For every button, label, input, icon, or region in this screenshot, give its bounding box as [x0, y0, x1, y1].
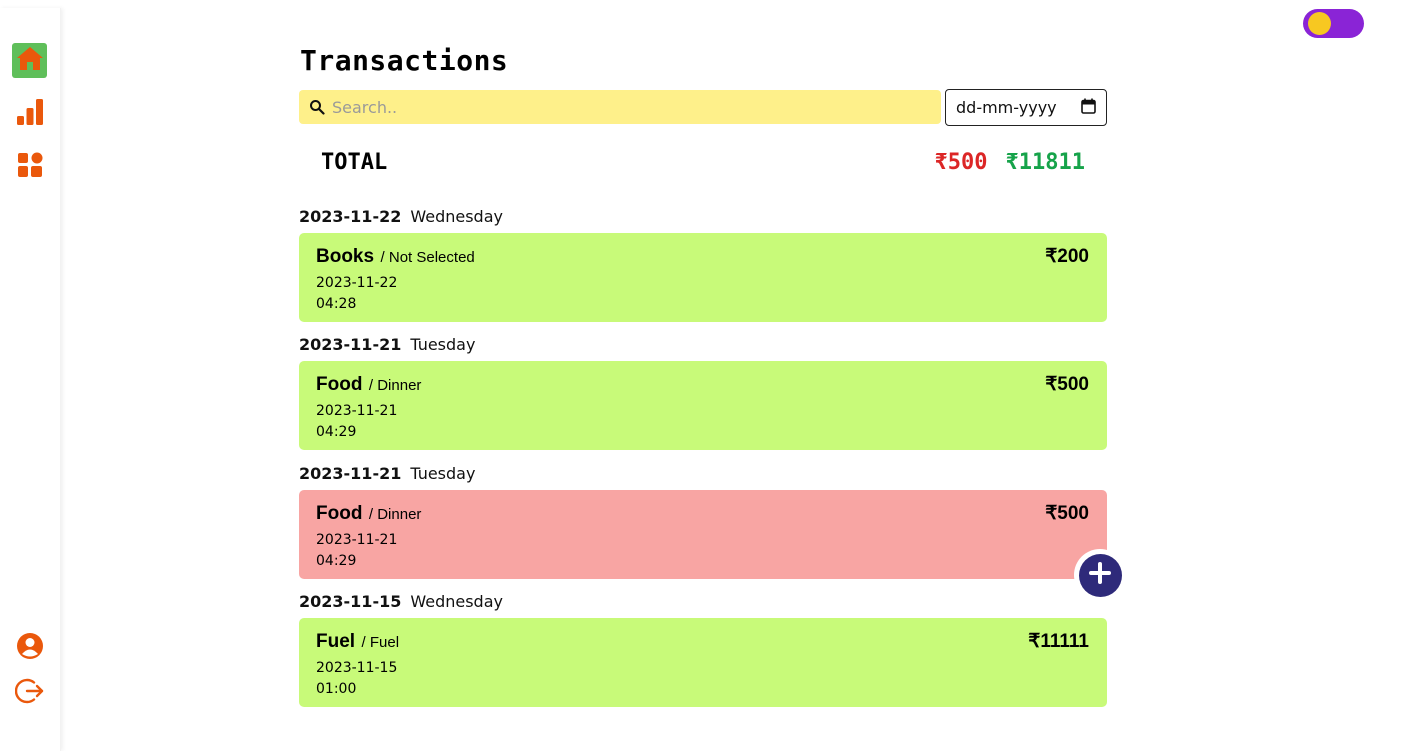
- theme-toggle[interactable]: [1303, 9, 1364, 38]
- transaction-date: 2023-11-22: [316, 275, 398, 291]
- calendar-icon[interactable]: [1081, 98, 1096, 118]
- transaction-time: 04:29: [316, 424, 357, 440]
- home-icon: [16, 45, 44, 76]
- date-group-header: 2023-11-15 Wednesday: [299, 592, 503, 611]
- group-date: 2023-11-21: [299, 464, 402, 483]
- group-date: 2023-11-22: [299, 207, 402, 226]
- sidebar-item-stats[interactable]: [12, 97, 47, 132]
- group-day: Tuesday: [410, 464, 476, 483]
- logout-icon: [14, 676, 45, 711]
- transaction-amount: ₹200: [1045, 246, 1089, 267]
- transaction-category: Food: [316, 503, 363, 524]
- transaction-category: Food: [316, 374, 363, 395]
- group-day: Wednesday: [410, 592, 503, 611]
- group-date: 2023-11-15: [299, 592, 402, 611]
- transaction-subcategory: / Fuel: [361, 634, 400, 651]
- transaction-date: 2023-11-21: [316, 532, 398, 548]
- transaction-amount: ₹500: [1045, 503, 1089, 524]
- toggle-knob: [1308, 12, 1331, 35]
- transaction-time: 01:00: [316, 681, 357, 697]
- add-button-circle: [1078, 553, 1122, 597]
- sidebar: [0, 8, 61, 751]
- transaction-subcategory: / Not Selected: [380, 249, 475, 266]
- transaction-amount: ₹500: [1045, 374, 1089, 395]
- transaction-subcategory: / Dinner: [368, 506, 422, 523]
- transaction-subcategory: / Dinner: [368, 377, 422, 394]
- date-group-header: 2023-11-21 Tuesday: [299, 464, 475, 483]
- transaction-category: Books: [316, 246, 375, 267]
- grid-icon: [16, 151, 44, 184]
- total-income: ₹11811: [1005, 150, 1085, 175]
- search-bar: [299, 90, 941, 124]
- add-transaction-button[interactable]: [1074, 549, 1126, 601]
- date-placeholder: dd-mm-yyyy: [956, 98, 1057, 117]
- sidebar-item-profile[interactable]: [12, 631, 47, 666]
- transaction-time: 04:29: [316, 553, 357, 569]
- page-title: Transactions: [300, 44, 509, 77]
- bar-chart-icon: [15, 97, 45, 132]
- date-group-header: 2023-11-21 Tuesday: [299, 335, 475, 354]
- sidebar-item-apps[interactable]: [12, 150, 47, 185]
- group-date: 2023-11-21: [299, 335, 402, 354]
- search-input[interactable]: [332, 97, 922, 117]
- group-day: Wednesday: [410, 207, 503, 226]
- sidebar-item-logout[interactable]: [12, 676, 47, 711]
- plus-icon: [1088, 561, 1112, 590]
- transaction-card[interactable]: Books / Not Selected ₹200 2023-11-22 04:…: [299, 233, 1107, 322]
- transaction-time: 04:28: [316, 296, 357, 312]
- transaction-category: Fuel: [316, 631, 356, 652]
- transaction-card[interactable]: Fuel / Fuel ₹11111 2023-11-15 01:00: [299, 618, 1107, 707]
- group-day: Tuesday: [410, 335, 476, 354]
- user-circle-icon: [16, 632, 44, 665]
- total-expense: ₹500: [934, 150, 988, 175]
- transaction-card[interactable]: Food / Dinner ₹500 2023-11-21 04:29: [299, 361, 1107, 450]
- transaction-date: 2023-11-15: [316, 660, 398, 676]
- total-values: ₹500 ₹11811: [935, 150, 1085, 175]
- transaction-card[interactable]: Food / Dinner ₹500 2023-11-21 04:29: [299, 490, 1107, 579]
- transaction-amount: ₹11111: [1028, 631, 1089, 652]
- date-group-header: 2023-11-22 Wednesday: [299, 207, 503, 226]
- search-icon: [309, 99, 325, 115]
- transaction-date: 2023-11-21: [316, 403, 398, 419]
- date-filter-input[interactable]: dd-mm-yyyy: [945, 89, 1107, 126]
- sidebar-item-home[interactable]: [12, 43, 47, 78]
- total-label: TOTAL: [321, 150, 388, 175]
